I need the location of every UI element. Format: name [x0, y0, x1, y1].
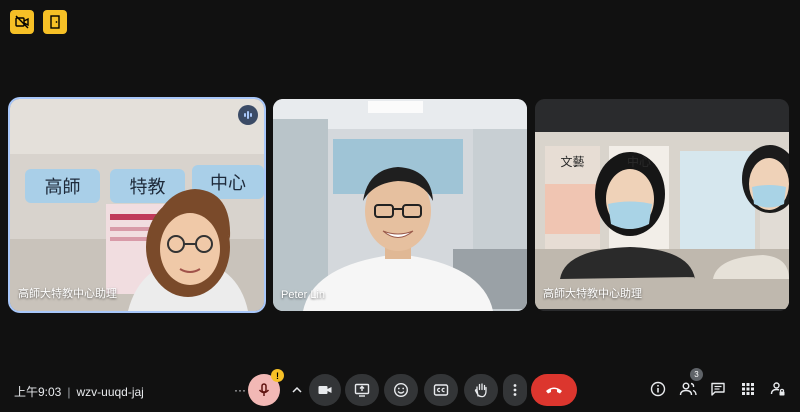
end-call-icon [546, 387, 562, 394]
more-vert-icon [513, 384, 517, 396]
reactions-button[interactable] [384, 374, 418, 406]
microphone-button[interactable]: ! [248, 369, 284, 406]
people-button[interactable]: 3 [676, 368, 703, 401]
backdrop-sign: 特教 [129, 177, 166, 198]
backdrop-sign: 文藝 [560, 154, 585, 169]
microphone-muted-icon [258, 383, 270, 396]
present-screen-button[interactable] [345, 374, 379, 406]
people-count-badge: 3 [690, 368, 703, 381]
raise-hand-icon [474, 383, 487, 398]
chat-icon [711, 382, 725, 396]
raise-hand-button[interactable] [464, 374, 498, 406]
video-options-chevron[interactable] [285, 374, 309, 406]
participant-video [273, 99, 527, 311]
meeting-control-bar: 上午9:03 | wzv-uuqd-jaj ··· ! 3 [0, 365, 800, 412]
meeting-code: wzv-uuqd-jaj [76, 385, 144, 399]
participant-video [535, 99, 789, 311]
camera-toggle-button[interactable] [10, 10, 34, 34]
chevron-up-icon [292, 386, 302, 393]
more-options-button[interactable] [503, 374, 527, 406]
participant-tile[interactable]: 文藝 中心 高師大特教中心助理 [535, 99, 789, 311]
meeting-details-button[interactable] [646, 377, 670, 401]
audio-level-icon [244, 111, 252, 119]
camera-icon [318, 386, 332, 394]
more-options-label: ··· [234, 383, 246, 397]
camera-off-icon [15, 15, 29, 29]
activities-icon [742, 383, 754, 395]
emoji-icon [393, 382, 409, 398]
speaking-indicator [238, 105, 258, 125]
participant-name: Peter Lin [281, 289, 326, 301]
leave-room-button[interactable] [43, 10, 67, 34]
captions-button[interactable] [424, 374, 458, 406]
participant-name: 高師大特教中心助理 [543, 288, 642, 300]
meeting-info: 上午9:03 | wzv-uuqd-jaj [14, 383, 144, 400]
separator: | [67, 385, 71, 399]
activities-button[interactable] [736, 377, 760, 401]
present-screen-icon [354, 383, 370, 397]
camera-button[interactable] [309, 374, 341, 406]
participant-tile[interactable]: Peter Lin [273, 99, 527, 311]
backdrop-sign: 中心 [626, 154, 651, 169]
people-icon [679, 382, 697, 396]
leave-call-button[interactable] [531, 374, 577, 406]
backdrop-sign: 中心 [210, 173, 246, 194]
mic-warning-badge: ! [271, 369, 284, 382]
participant-name: 高師大特教中心助理 [18, 288, 117, 300]
exit-door-icon [50, 15, 60, 29]
chat-button[interactable] [706, 377, 730, 401]
host-controls-button[interactable] [766, 377, 790, 401]
meeting-time: 上午9:03 [14, 385, 62, 399]
participant-tile[interactable]: 高師 特教 中心 高師大特教中心助理 [10, 99, 264, 311]
host-controls-icon [770, 382, 785, 396]
participant-video [10, 99, 264, 311]
captions-icon [433, 384, 449, 396]
info-icon [650, 381, 666, 397]
backdrop-sign: 高師 [44, 177, 81, 198]
